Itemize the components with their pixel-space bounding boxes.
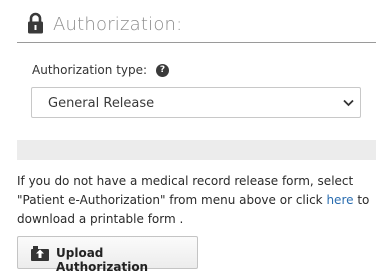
upload-authorization-button[interactable]: Upload Authorization — [17, 236, 198, 274]
authorization-type-value: General Release — [48, 96, 155, 111]
info-text: If you do not have a medical record rele… — [17, 172, 377, 229]
authorization-type-select[interactable]: General Release — [31, 87, 361, 118]
page-title: Authorization: — [53, 14, 183, 35]
help-icon[interactable]: ? — [156, 64, 169, 77]
section-divider-band — [17, 140, 376, 160]
authorization-header: Authorization: — [17, 0, 376, 43]
authorization-type-label: Authorization type: — [32, 63, 148, 77]
lock-icon — [28, 12, 43, 34]
chevron-down-icon — [343, 99, 354, 107]
download-form-link[interactable]: here — [326, 193, 353, 207]
upload-button-label: Upload Authorization — [56, 246, 149, 274]
upload-icon — [31, 246, 49, 261]
info-text-before-link: If you do not have a medical record rele… — [17, 174, 354, 207]
